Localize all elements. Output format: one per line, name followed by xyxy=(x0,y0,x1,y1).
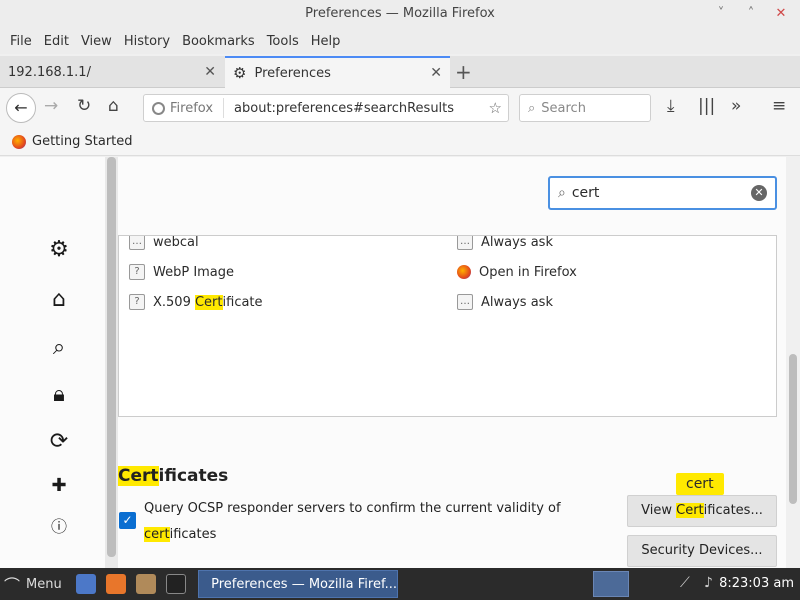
applications-list: … webcal … Always ask ? WebP Image Open in … xyxy=(118,235,777,417)
preferences-search-input[interactable]: ⌕ cert ✕ xyxy=(548,176,777,210)
window-titlebar: Preferences — Mozilla Firefox ˅ ˄ ✕ xyxy=(0,0,800,28)
hamburger-menu-icon[interactable]: ≡ xyxy=(772,96,786,116)
menu-edit[interactable]: Edit xyxy=(38,34,75,49)
tab-router[interactable]: 192.168.1.1/ ✕ xyxy=(0,56,224,88)
general-gear-icon[interactable]: ⚙ xyxy=(46,237,72,262)
view-certificates-button[interactable]: View Certificates... xyxy=(627,495,777,527)
menu-file[interactable]: File xyxy=(4,34,38,49)
tab-label: 192.168.1.1/ xyxy=(8,64,91,80)
minimize-button[interactable]: ˅ xyxy=(708,3,734,25)
gear-icon: ⚙ xyxy=(233,64,247,82)
search-match-tooltip: cert xyxy=(676,473,724,495)
unknown-file-icon: ? xyxy=(129,264,145,280)
content-type: X.509 Certificate xyxy=(153,294,263,310)
preferences-sidebar: ⚙ ⌂ ⌕ 🔒︎ ⟳ ✚ ⓘ xyxy=(0,157,105,568)
clock[interactable]: 8:23:03 am xyxy=(719,568,794,600)
close-window-button[interactable]: ✕ xyxy=(768,3,794,25)
search-placeholder: Search xyxy=(541,100,586,116)
download-icon[interactable]: ⤓ xyxy=(667,96,675,116)
menu-bookmarks[interactable]: Bookmarks xyxy=(176,34,261,49)
tab-label: Preferences xyxy=(254,65,331,81)
search-icon: ⌕ xyxy=(558,185,566,201)
clear-search-icon[interactable]: ✕ xyxy=(751,185,767,201)
bookmarks-toolbar: Getting Started xyxy=(0,128,800,156)
chat-icon: … xyxy=(129,236,145,250)
tray-firefox-icon[interactable] xyxy=(593,571,629,597)
desktop-icon[interactable] xyxy=(76,574,96,594)
ocsp-checkbox[interactable]: ✓ xyxy=(119,512,136,529)
search-icon: ⌕ xyxy=(528,100,536,116)
url-text: about:preferences#searchResults xyxy=(234,100,455,116)
firefox-identity-icon xyxy=(152,101,165,115)
content-scrollbar[interactable] xyxy=(786,157,800,568)
list-item[interactable]: … webcal … Always ask xyxy=(119,235,776,257)
taskbar-firefox-window[interactable]: Preferences — Mozilla Firef... xyxy=(198,570,398,598)
start-menu-button[interactable]: ⌒ Menu xyxy=(4,568,62,600)
firefox-icon xyxy=(12,134,26,149)
window-title: Preferences — Mozilla Firefox xyxy=(305,6,495,21)
web-search-input[interactable]: ⌕ Search xyxy=(519,94,651,122)
tab-preferences[interactable]: ⚙ Preferences ✕ xyxy=(225,56,450,88)
help-icon[interactable]: ⓘ xyxy=(46,513,72,537)
extensions-puzzle-icon[interactable]: ✚ xyxy=(46,475,72,496)
url-bar[interactable]: Firefox about:preferences#searchResults … xyxy=(143,94,509,122)
content-type: webcal xyxy=(153,235,199,250)
certificates-heading: Certificates xyxy=(118,466,229,486)
overflow-chevron-icon[interactable]: » xyxy=(731,96,741,116)
bookmark-getting-started[interactable]: Getting Started xyxy=(32,134,133,149)
menu-help[interactable]: Help xyxy=(305,34,347,49)
list-item[interactable]: ? X.509 Certificate … Always ask xyxy=(119,287,776,317)
list-item[interactable]: ? WebP Image Open in Firefox xyxy=(119,257,776,287)
close-tab-icon[interactable]: ✕ xyxy=(204,64,216,80)
menu-history[interactable]: History xyxy=(118,34,176,49)
tab-strip: 192.168.1.1/ ✕ ⚙ Preferences ✕ + xyxy=(0,56,800,88)
file-manager-icon[interactable] xyxy=(136,574,156,594)
menu-view[interactable]: View xyxy=(75,34,118,49)
content-type: WebP Image xyxy=(153,264,235,280)
home-icon[interactable]: ⌂ xyxy=(46,287,72,312)
action-label: Always ask xyxy=(481,235,553,250)
menu-label: Menu xyxy=(26,576,62,592)
action-label: Open in Firefox xyxy=(479,264,577,280)
task-title: Preferences — Mozilla Firef... xyxy=(211,576,397,592)
search-icon[interactable]: ⌕ xyxy=(46,335,72,360)
new-tab-icon[interactable]: + xyxy=(455,60,472,84)
navigation-toolbar: ← → ↻ ⌂ Firefox about:preferences#search… xyxy=(0,88,800,128)
network-icon[interactable]: ⟋ xyxy=(680,575,690,591)
identity-label: Firefox xyxy=(170,100,214,116)
unknown-file-icon: ? xyxy=(129,294,145,310)
identity-box[interactable]: Firefox xyxy=(144,98,225,118)
search-value: cert xyxy=(571,185,600,201)
close-tab-icon[interactable]: ✕ xyxy=(430,65,442,81)
firefox-launcher-icon[interactable] xyxy=(106,574,126,594)
chat-icon: … xyxy=(457,236,473,250)
menu-tools[interactable]: Tools xyxy=(261,34,305,49)
bookmark-star-icon[interactable]: ☆ xyxy=(489,99,502,117)
volume-icon[interactable]: ♪ xyxy=(704,575,713,591)
reload-icon[interactable]: ↻ xyxy=(77,96,91,116)
sync-icon[interactable]: ⟳ xyxy=(46,429,72,454)
maximize-button[interactable]: ˄ xyxy=(738,3,764,25)
security-devices-button[interactable]: Security Devices... xyxy=(627,535,777,567)
back-arrow-icon[interactable]: ← xyxy=(6,93,36,123)
home-icon[interactable]: ⌂ xyxy=(108,96,119,116)
preferences-content: ⚙ ⌂ ⌕ 🔒︎ ⟳ ✚ ⓘ ⌕ cert ✕ … webcal … Always … xyxy=(0,157,800,568)
forward-arrow-icon[interactable]: → xyxy=(44,96,58,116)
terminal-icon[interactable] xyxy=(166,574,186,594)
menubar: File Edit View History Bookmarks Tools H… xyxy=(0,28,800,54)
sidebar-scrollbar[interactable] xyxy=(105,157,118,568)
distro-logo-icon: ⌒ xyxy=(4,576,21,595)
desktop-taskbar: ⌒ Menu Preferences — Mozilla Firef... ⟋ … xyxy=(0,568,800,600)
ocsp-label[interactable]: Query OCSP responder servers to confirm … xyxy=(144,496,614,548)
firefox-icon xyxy=(457,265,471,279)
action-label: Always ask xyxy=(481,294,553,310)
lock-icon[interactable]: 🔒︎ xyxy=(46,382,72,407)
chat-icon: … xyxy=(457,294,473,310)
library-icon[interactable]: ||| xyxy=(698,96,715,116)
